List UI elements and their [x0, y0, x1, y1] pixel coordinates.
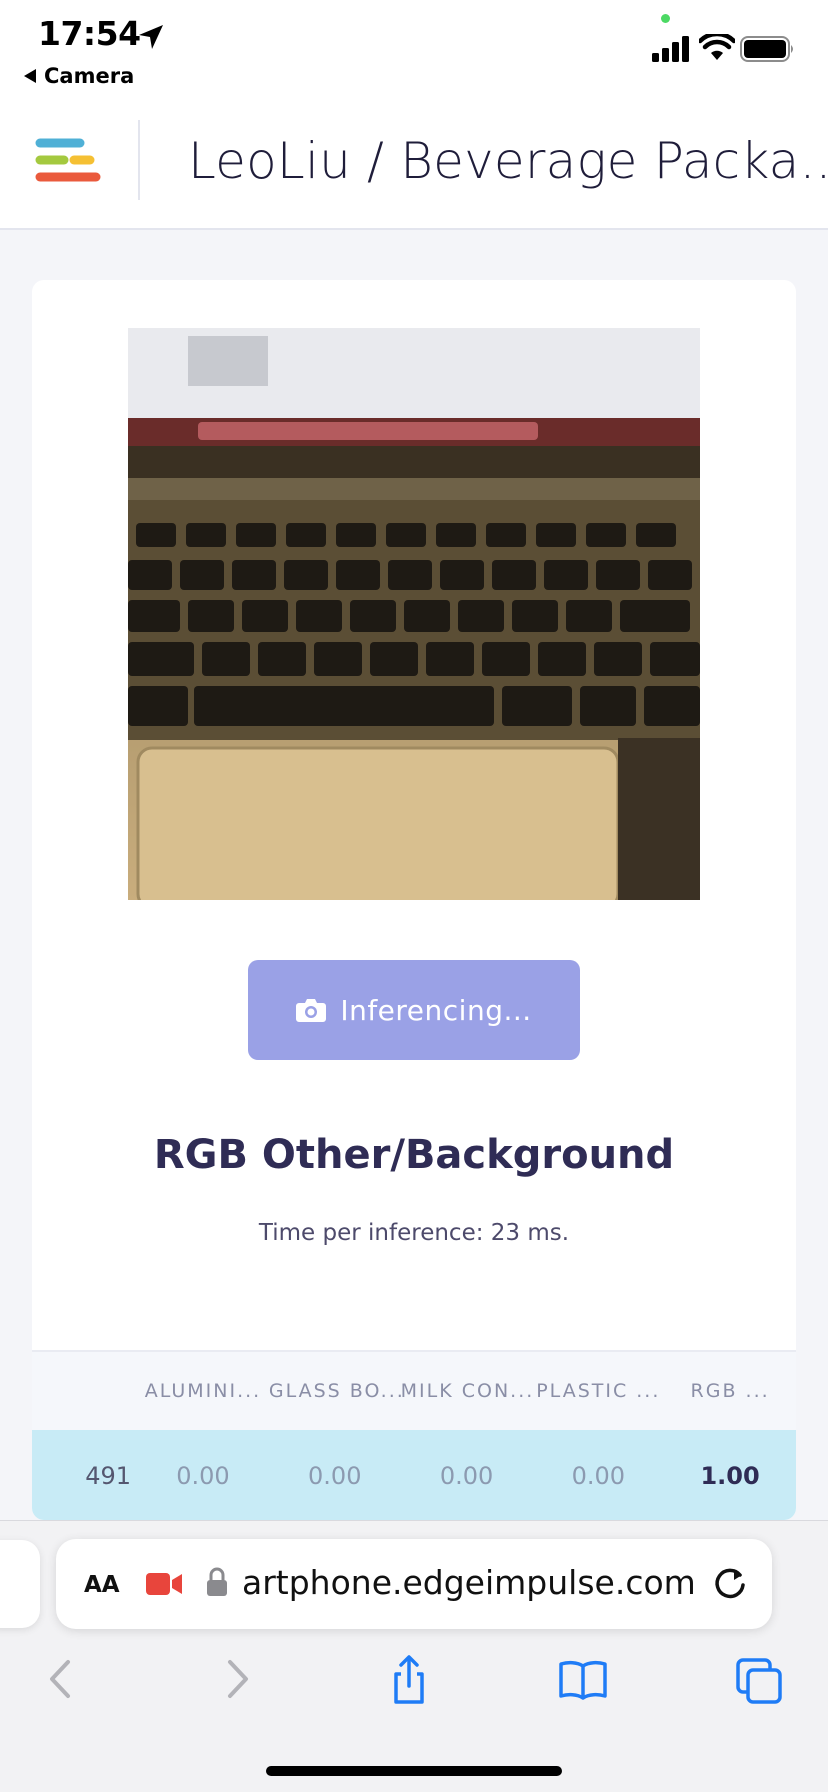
table-header-cell: PLASTIC ...: [536, 1380, 661, 1402]
row-index: 491: [85, 1462, 132, 1490]
table-cell: 0.00: [176, 1462, 230, 1490]
home-indicator[interactable]: [266, 1766, 562, 1776]
back-triangle-icon: [24, 69, 36, 83]
cellular-signal-icon: [652, 36, 689, 62]
camera-recording-icon[interactable]: [146, 1571, 182, 1597]
results-table: ALUMINI... GLASS BO... MILK CON... PLAST…: [32, 1350, 796, 1520]
bookmarks-icon[interactable]: [558, 1652, 608, 1706]
reload-icon[interactable]: [710, 1563, 750, 1603]
camera-preview-image: [128, 328, 700, 900]
lock-icon: [207, 1567, 227, 1596]
status-time: 17:54: [38, 14, 141, 53]
table-header-cell: RGB ...: [690, 1380, 770, 1402]
status-bar: 17:54 Camera: [0, 0, 828, 100]
back-app-label: Camera: [44, 64, 135, 88]
table-cell-top-score: 1.00: [700, 1462, 760, 1490]
location-arrow-icon: [139, 25, 163, 49]
project-title: LeoLiu / Beverage Packa...: [188, 132, 828, 190]
reader-settings-button[interactable]: AA: [84, 1565, 120, 1600]
inference-card: Inferencing... RGB Other/Background Time…: [32, 280, 796, 1520]
table-cell: 0.00: [308, 1462, 362, 1490]
classification-result: RGB Other/Background: [153, 1132, 675, 1178]
app-header: LeoLiu / Beverage Packa...: [0, 100, 828, 230]
table-header-row: ALUMINI... GLASS BO... MILK CON... PLAST…: [32, 1350, 796, 1430]
camera-icon: [296, 999, 327, 1022]
table-cell: 0.00: [439, 1462, 494, 1490]
back-to-app-link[interactable]: Camera: [24, 64, 134, 88]
aa-label: AA: [84, 1572, 120, 1598]
battery-icon: [740, 36, 793, 62]
edge-impulse-menu-icon[interactable]: [34, 136, 102, 186]
inference-button[interactable]: Inferencing...: [248, 960, 580, 1060]
tabs-icon[interactable]: [734, 1652, 784, 1706]
wifi-icon: [699, 34, 735, 60]
table-row: 491 0.00 0.00 0.00 0.00 1.00: [32, 1430, 796, 1520]
table-header-cell: MILK CON...: [400, 1380, 533, 1402]
table-header-cell: ALUMINI...: [144, 1380, 262, 1402]
table-header-cell: GLASS BO...: [268, 1380, 401, 1402]
camera-in-use-indicator: [661, 14, 670, 23]
address-bar[interactable]: AA artphone.edgeimpulse.com: [56, 1539, 772, 1629]
forward-arrow-icon[interactable]: [212, 1652, 262, 1706]
header-divider: [138, 120, 140, 200]
inference-button-label: Inferencing...: [340, 993, 532, 1027]
inference-timing: Time per inference: 23 ms.: [258, 1220, 570, 1246]
url-text[interactable]: artphone.edgeimpulse.com: [242, 1563, 696, 1602]
share-icon[interactable]: [384, 1652, 434, 1706]
previous-tab-preview[interactable]: [0, 1540, 40, 1628]
back-arrow-icon[interactable]: [36, 1652, 86, 1706]
table-cell: 0.00: [571, 1462, 626, 1490]
